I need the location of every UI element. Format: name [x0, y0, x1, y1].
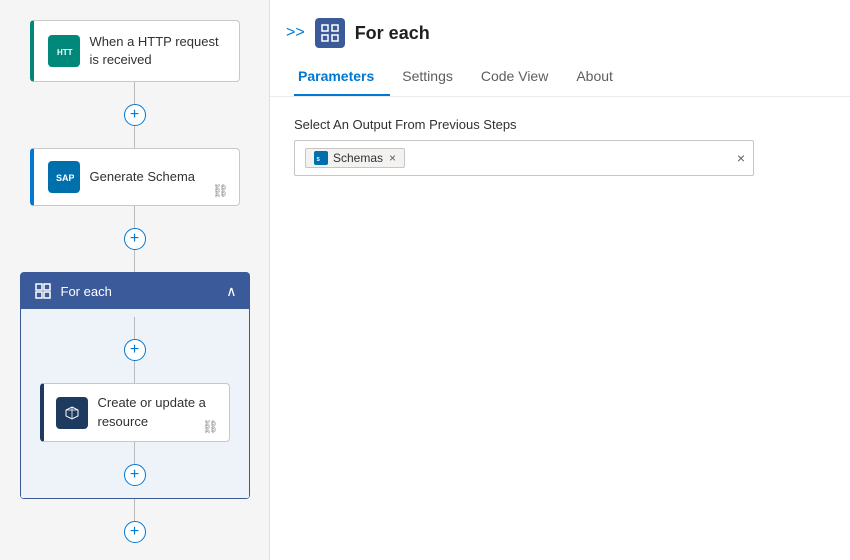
- tab-settings[interactable]: Settings: [398, 58, 469, 96]
- collapse-panel-button[interactable]: >>: [286, 24, 305, 42]
- add-after-inner-node-button[interactable]: +: [124, 464, 146, 486]
- add-step-button-2[interactable]: +: [124, 228, 146, 250]
- schema-node-label: Generate Schema: [90, 168, 196, 186]
- panel-title-icon: [315, 18, 345, 48]
- tab-parameters[interactable]: Parameters: [294, 58, 390, 96]
- for-each-icon: [33, 281, 53, 301]
- flow-container: HTTP When a HTTP request is received + S…: [0, 20, 269, 543]
- connector-line-4: [134, 250, 136, 272]
- panel-tabs: Parameters Settings Code View About: [270, 58, 850, 97]
- add-inner-step-button[interactable]: +: [124, 339, 146, 361]
- inner-connector-1: +: [124, 317, 146, 383]
- panel-title: For each: [355, 23, 430, 44]
- link-icon-schema: ⛓: [212, 183, 229, 199]
- create-resource-label: Create or update a resource: [98, 394, 217, 430]
- input-clear-button[interactable]: ×: [737, 150, 745, 166]
- connector-2: +: [124, 206, 146, 272]
- panel-header: >> For each: [270, 0, 850, 58]
- svg-text:HTTP: HTTP: [57, 48, 73, 57]
- http-icon: HTTP: [48, 35, 80, 67]
- inner-connector-2: +: [124, 442, 146, 486]
- tab-code-view[interactable]: Code View: [477, 58, 564, 96]
- tag-remove-button[interactable]: ×: [389, 151, 396, 165]
- connector-line-2: [134, 126, 136, 148]
- generate-schema-node[interactable]: SAP Generate Schema ⛓: [30, 148, 240, 206]
- sap-icon: SAP: [48, 161, 80, 193]
- http-request-node[interactable]: HTTP When a HTTP request is received: [30, 20, 240, 82]
- connector-line: [134, 82, 136, 104]
- create-update-resource-node[interactable]: Create or update a resource ⛓: [40, 383, 230, 441]
- right-panel: >> For each Parameters Settings Code Vie…: [270, 0, 850, 560]
- connector-3: +: [124, 499, 146, 543]
- for-each-body: + Create or update a resource ⛓: [21, 309, 249, 497]
- connector-line-5: [134, 499, 136, 521]
- output-select-input[interactable]: S Schemas × ×: [294, 140, 754, 176]
- for-each-header[interactable]: For each ∧: [21, 273, 249, 309]
- http-node-label: When a HTTP request is received: [90, 33, 225, 69]
- schemas-tag: S Schemas ×: [305, 148, 405, 168]
- for-each-label: For each: [61, 284, 227, 299]
- chevron-up-icon: ∧: [226, 283, 236, 300]
- inner-line-1: [134, 317, 136, 339]
- connector-line-3: [134, 206, 136, 228]
- link-icon-resource: ⛓: [202, 419, 219, 435]
- add-step-button-1[interactable]: +: [124, 104, 146, 126]
- inner-line-3: [134, 442, 136, 464]
- connector-1: +: [124, 82, 146, 148]
- tab-about[interactable]: About: [572, 58, 629, 96]
- inner-line-2: [134, 361, 136, 383]
- panel-content: Select An Output From Previous Steps S S…: [270, 97, 850, 560]
- output-field-label: Select An Output From Previous Steps: [294, 117, 826, 132]
- cube-icon: [56, 397, 88, 429]
- flow-canvas: HTTP When a HTTP request is received + S…: [0, 0, 270, 560]
- for-each-container: For each ∧ +: [20, 272, 250, 498]
- tag-sap-icon: S: [314, 151, 328, 165]
- svg-text:SAP: SAP: [56, 173, 74, 183]
- tag-label: Schemas: [333, 151, 383, 165]
- add-step-button-3[interactable]: +: [124, 521, 146, 543]
